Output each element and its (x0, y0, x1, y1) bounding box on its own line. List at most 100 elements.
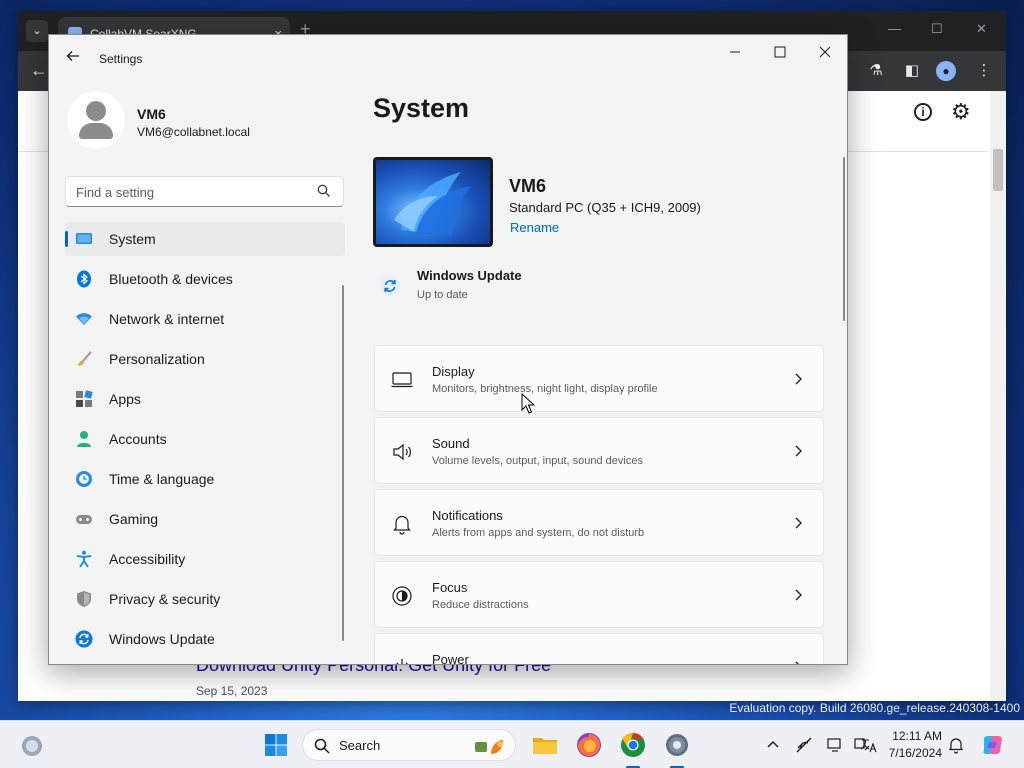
browser-menu-icon[interactable]: ⋮ (974, 61, 994, 81)
user-name: VM6 (137, 106, 166, 122)
card-title: Display (432, 364, 475, 379)
display-icon (391, 372, 413, 388)
widgets-icon[interactable] (20, 734, 44, 758)
find-setting-search[interactable] (65, 176, 344, 207)
settings-app-icon[interactable] (663, 731, 691, 759)
language-tray-icon[interactable] (859, 736, 877, 754)
chevron-up-icon[interactable] (764, 736, 782, 754)
maximize-button[interactable] (765, 41, 795, 67)
chrome-icon[interactable] (619, 731, 647, 759)
settings-card-focus[interactable]: Focus Reduce distractions (374, 561, 824, 628)
back-button[interactable] (63, 48, 83, 68)
avatar-head (86, 101, 106, 121)
browser-scroll-thumb[interactable] (993, 149, 1003, 191)
sidebar-label: Personalization (109, 351, 205, 367)
display-tray-icon[interactable] (826, 736, 844, 754)
notification-bell-icon[interactable] (947, 736, 965, 754)
accessibility-icon (76, 550, 92, 568)
sidebar-item-network[interactable]: Network & internet (65, 302, 345, 336)
sidebar-item-gaming[interactable]: Gaming (65, 502, 345, 536)
sidebar-item-time-language[interactable]: Time & language (65, 462, 345, 496)
file-explorer-icon[interactable] (531, 731, 559, 759)
close-button[interactable] (810, 41, 840, 67)
settings-window: Settings VM6 VM6@collabnet.local System … (48, 34, 848, 665)
sidebar-item-accessibility[interactable]: Accessibility (65, 542, 345, 576)
sidebar-label: Bluetooth & devices (109, 271, 233, 287)
sidebar-item-privacy[interactable]: Privacy & security (65, 582, 345, 616)
chevron-right-icon (795, 661, 799, 664)
taskbar: Search 12:11 AM 7/16/2024 (0, 720, 1024, 768)
maximize-icon (774, 46, 786, 58)
rename-link[interactable]: Rename (510, 220, 559, 235)
card-title: Power (432, 652, 469, 665)
network-disconnected-icon[interactable] (795, 736, 813, 754)
accounts-icon (77, 431, 91, 447)
clock-date[interactable]: 7/16/2024 (886, 746, 942, 760)
settings-card-notifications[interactable]: Notifications Alerts from apps and syste… (374, 489, 824, 556)
speaker-icon (393, 443, 411, 461)
taskbar-search-label: Search (339, 738, 381, 753)
minimize-icon (730, 51, 740, 53)
apps-icon (76, 390, 93, 407)
user-avatar[interactable] (67, 91, 125, 149)
device-wallpaper-thumbnail[interactable] (373, 157, 493, 247)
copilot-icon[interactable] (981, 733, 1005, 757)
gamepad-icon (76, 515, 92, 524)
browser-close-icon[interactable]: ✕ (976, 21, 987, 37)
sidebar-label: Network & internet (109, 311, 225, 327)
profile-avatar-icon[interactable]: ● (936, 61, 956, 81)
browser-maximize-icon[interactable]: ☐ (931, 21, 943, 37)
card-subtitle: Reduce distractions (432, 599, 529, 611)
power-icon (396, 659, 408, 664)
sidebar-item-windows-update[interactable]: Windows Update (65, 622, 345, 656)
sidebar-item-system[interactable]: System (65, 222, 345, 256)
browser-back-icon[interactable]: ← (30, 60, 48, 81)
card-title: Focus (432, 580, 468, 595)
sidebar-label: Accessibility (109, 551, 186, 567)
chevron-right-icon (795, 445, 802, 457)
arrow-left-icon (66, 51, 79, 61)
card-title: Sound (432, 436, 470, 451)
app-title: Settings (99, 52, 143, 66)
windows-update-title[interactable]: Windows Update (417, 268, 522, 283)
shield-icon (77, 591, 91, 607)
sidebar-item-personalization[interactable]: Personalization (65, 342, 345, 376)
sidebar-label: Gaming (109, 511, 159, 527)
sidebar-item-apps[interactable]: Apps (65, 382, 345, 416)
sidebar-label: Privacy & security (109, 591, 221, 607)
search-highlight-icon (475, 740, 503, 754)
labs-flask-icon[interactable]: ⚗ (866, 61, 886, 81)
windows-update-icon[interactable] (379, 275, 401, 297)
chevron-right-icon (795, 589, 802, 601)
side-panel-icon[interactable]: ◧ (902, 61, 922, 81)
sidebar-label: Windows Update (109, 631, 215, 647)
search-icon[interactable] (316, 183, 332, 199)
clock-time[interactable]: 12:11 AM (886, 729, 942, 743)
chevron-right-icon (795, 373, 802, 385)
mouse-cursor-icon (521, 393, 535, 414)
taskbar-search[interactable]: Search (302, 729, 516, 761)
page-title: System (373, 93, 470, 123)
firefox-icon[interactable] (575, 731, 603, 759)
settings-card-sound[interactable]: Sound Volume levels, output, input, soun… (374, 417, 824, 484)
windows-start-icon[interactable] (264, 733, 288, 757)
sidebar-scrollbar[interactable] (342, 285, 344, 641)
sidebar-item-bluetooth[interactable]: Bluetooth & devices (65, 262, 345, 296)
gear-icon[interactable]: ⚙ (951, 99, 971, 125)
browser-minimize-icon[interactable]: — (888, 21, 901, 36)
sidebar-label: Time & language (109, 471, 215, 487)
bluetooth-icon (77, 270, 91, 288)
close-icon (819, 46, 831, 58)
settings-card-power[interactable]: Power (374, 633, 824, 665)
settings-card-display[interactable]: Display Monitors, brightness, night ligh… (374, 345, 824, 412)
search-input[interactable] (76, 183, 306, 201)
sidebar-label: Apps (109, 391, 141, 407)
globe-clock-icon (76, 471, 92, 487)
content-scrollbar[interactable] (843, 157, 845, 321)
focus-icon (392, 586, 412, 606)
info-icon[interactable]: i (914, 103, 932, 121)
sidebar-item-accounts[interactable]: Accounts (65, 422, 345, 456)
tab-search-button[interactable]: ⌄ (26, 20, 48, 42)
evaluation-watermark: Evaluation copy. Build 26080.ge_release.… (729, 701, 1020, 715)
minimize-button[interactable] (720, 41, 750, 67)
